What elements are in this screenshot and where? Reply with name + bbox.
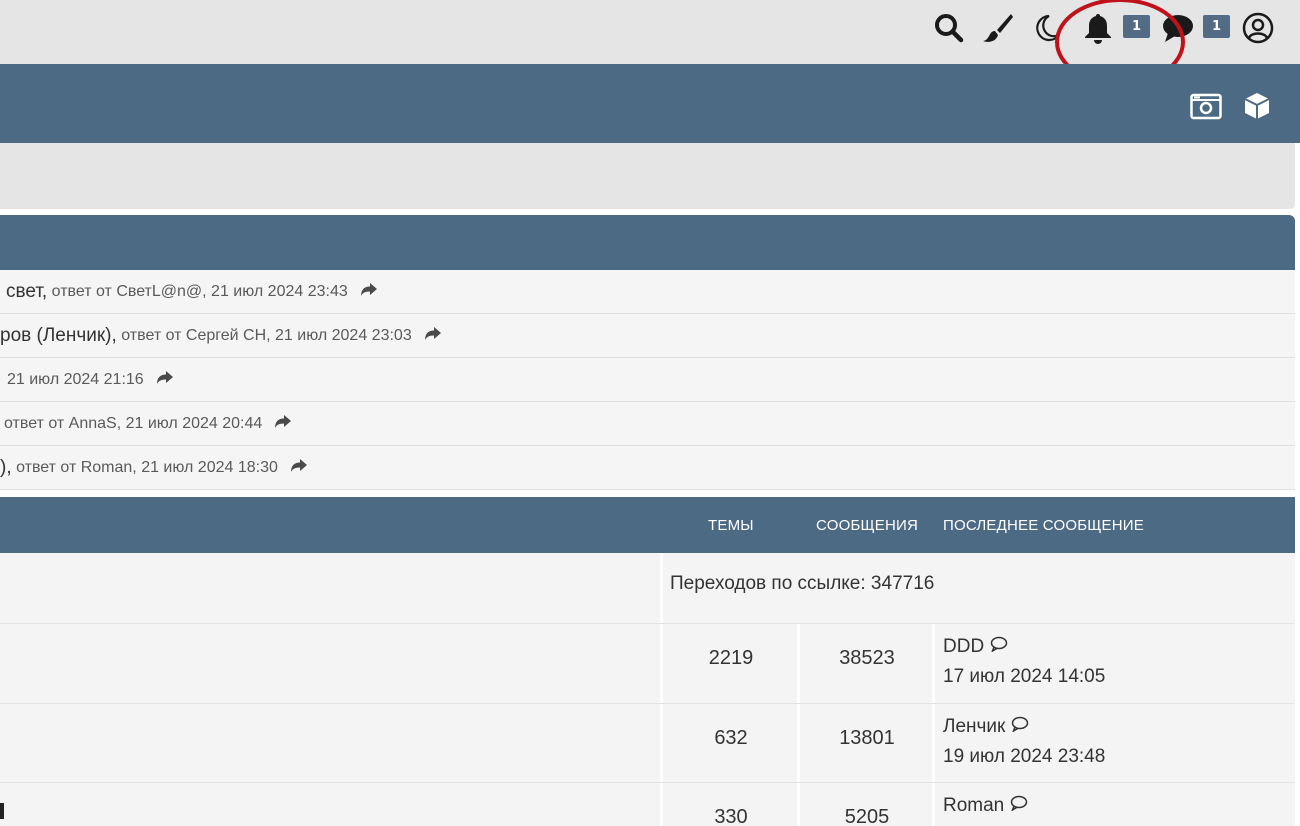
search-icon[interactable] xyxy=(933,12,965,44)
posts-count: 5205 xyxy=(844,806,890,826)
notifications-badge[interactable]: 1 xyxy=(1123,15,1150,38)
forum-table-header: ТЕМЫ СООБЩЕНИЯ ПОСЛЕДНЕЕ СООБЩЕНИЕ xyxy=(0,497,1295,553)
user-icon[interactable] xyxy=(1242,12,1274,44)
forum-table: Переходов по ссылке: 347716 2219 38523 D… xyxy=(0,553,1295,826)
last-post-date[interactable]: 17 июл 2024 14:05 xyxy=(943,666,1105,687)
comment-icon[interactable] xyxy=(1011,712,1029,742)
list-item: 21 июл 2024 21:16 xyxy=(0,358,1295,402)
last-post-date[interactable]: 19 июл 2024 23:48 xyxy=(943,746,1105,767)
forum-title-fragment xyxy=(0,803,4,819)
post-meta: ответ от Roman, 21 июл 2024 18:30 xyxy=(16,458,278,476)
cube-icon[interactable] xyxy=(1240,89,1274,123)
list-item: свет, ответ от СветL@n@, 21 июл 2024 23:… xyxy=(0,270,1295,314)
share-icon[interactable] xyxy=(274,414,292,434)
posts-count: 13801 xyxy=(839,727,895,749)
post-meta: ответ от СветL@n@, 21 июл 2024 23:43 xyxy=(51,282,348,300)
list-item: ров (Ленчик), ответ от Сергей СН, 21 июл… xyxy=(0,314,1295,358)
redirect-counter: Переходов по ссылке: 347716 xyxy=(670,573,935,594)
last-post-user[interactable]: Roman xyxy=(943,795,1004,816)
share-icon[interactable] xyxy=(360,282,378,302)
topics-count: 2219 xyxy=(708,647,754,669)
last-post: DDD 17 июл 2024 14:05 xyxy=(943,632,1105,692)
table-row: 330 5205 Roman xyxy=(0,783,1295,826)
last-post: Roman xyxy=(943,791,1028,821)
posts-count: 38523 xyxy=(839,647,895,669)
post-meta: 21 июл 2024 21:16 xyxy=(7,370,144,388)
recent-posts-list: свет, ответ от СветL@n@, 21 июл 2024 23:… xyxy=(0,270,1295,490)
topics-count: 330 xyxy=(714,806,748,826)
moon-icon[interactable] xyxy=(1030,12,1062,44)
share-icon[interactable] xyxy=(290,458,308,478)
post-meta: ответ от Сергей СН, 21 июл 2024 23:03 xyxy=(121,326,412,344)
list-item: ), ответ от Roman, 21 июл 2024 18:30 xyxy=(0,446,1295,490)
list-item: ответ от AnnaS, 21 июл 2024 20:44 xyxy=(0,402,1295,446)
last-post-user[interactable]: DDD xyxy=(943,636,984,657)
subnav-bar xyxy=(0,143,1295,209)
topic-title[interactable]: свет, xyxy=(6,281,47,303)
topic-title[interactable]: ), xyxy=(0,457,12,479)
table-row: 2219 38523 DDD 17 июл 2024 14:05 xyxy=(0,624,1295,704)
table-row: 632 13801 Ленчик 19 июл 2024 23:48 xyxy=(0,704,1295,783)
column-header-posts: СООБЩЕНИЯ xyxy=(816,517,918,534)
last-post: Ленчик 19 июл 2024 23:48 xyxy=(943,712,1105,772)
table-row: Переходов по ссылке: 347716 xyxy=(0,553,1295,624)
camera-icon[interactable] xyxy=(1189,89,1223,123)
bell-icon[interactable] xyxy=(1082,12,1114,44)
brush-icon[interactable] xyxy=(982,12,1014,44)
messages-badge[interactable]: 1 xyxy=(1203,15,1230,38)
share-icon[interactable] xyxy=(424,326,442,346)
recent-posts-header xyxy=(0,215,1295,270)
column-header-last-post: ПОСЛЕДНЕЕ СООБЩЕНИЕ xyxy=(943,517,1144,534)
share-icon[interactable] xyxy=(156,370,174,390)
chat-icon[interactable] xyxy=(1162,12,1194,44)
column-header-topics: ТЕМЫ xyxy=(708,517,754,534)
last-post-user[interactable]: Ленчик xyxy=(943,716,1005,737)
nav-bar xyxy=(0,64,1300,143)
post-meta: ответ от AnnaS, 21 июл 2024 20:44 xyxy=(4,414,263,432)
topics-count: 632 xyxy=(714,727,748,749)
comment-icon[interactable] xyxy=(1010,791,1028,821)
comment-icon[interactable] xyxy=(990,632,1008,662)
topic-title[interactable]: ров (Ленчик), xyxy=(0,325,117,347)
top-bar: 1 1 xyxy=(0,0,1300,86)
